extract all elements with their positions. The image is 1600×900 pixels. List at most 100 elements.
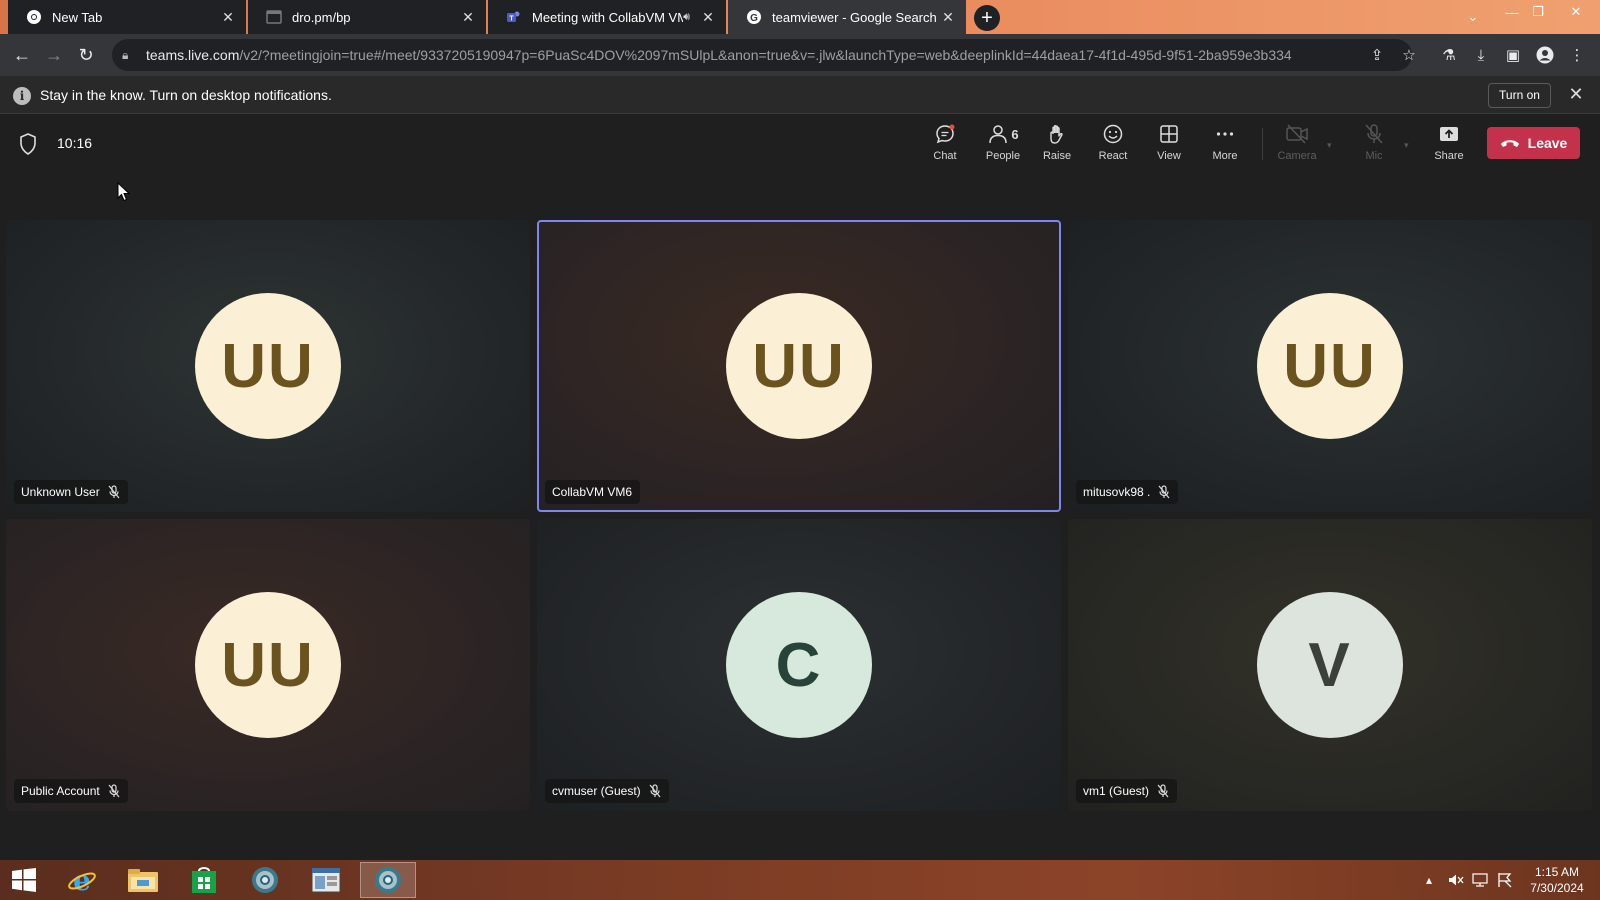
side-panel-icon[interactable]: ▣ bbox=[1501, 43, 1525, 67]
more-label: More bbox=[1212, 150, 1238, 162]
windows-taskbar: e ▴ 1:15 AM 7/30/2024 bbox=[0, 860, 1600, 900]
system-clock[interactable]: 1:15 AM 7/30/2024 bbox=[1522, 864, 1592, 896]
camera-button[interactable]: Camera bbox=[1271, 122, 1323, 166]
extension-flask-icon[interactable]: ⚗ bbox=[1437, 43, 1461, 67]
react-button[interactable]: React bbox=[1087, 122, 1139, 166]
tab-close-icon[interactable]: ✕ bbox=[460, 9, 476, 25]
mic-muted-icon bbox=[1157, 784, 1169, 798]
smiley-icon bbox=[1101, 122, 1125, 146]
restore-button[interactable]: ❐ bbox=[1525, 0, 1551, 24]
more-button[interactable]: More bbox=[1199, 122, 1251, 166]
tray-overflow-icon[interactable]: ▴ bbox=[1426, 860, 1432, 900]
window-icon[interactable] bbox=[298, 862, 354, 898]
minimize-button[interactable]: — bbox=[1499, 0, 1525, 24]
share-tray-icon bbox=[1437, 122, 1461, 146]
view-label: View bbox=[1157, 150, 1181, 162]
grid-view-icon bbox=[1157, 122, 1181, 146]
mic-button[interactable]: Mic bbox=[1348, 122, 1400, 166]
reload-icon[interactable]: ↻ bbox=[74, 43, 98, 67]
action-center-flag-icon[interactable] bbox=[1497, 860, 1513, 900]
participant-nametag: Public Account bbox=[14, 779, 128, 803]
close-notification-icon[interactable]: ✕ bbox=[1566, 84, 1586, 105]
browser-menu-icon[interactable]: ⋮ bbox=[1565, 43, 1589, 67]
chrome-icon[interactable] bbox=[237, 862, 293, 898]
participant-nametag: vm1 (Guest) bbox=[1076, 779, 1178, 803]
participant-tile[interactable]: V vm1 (Guest) bbox=[1068, 519, 1592, 811]
leave-button[interactable]: Leave bbox=[1487, 127, 1580, 159]
turn-on-button[interactable]: Turn on bbox=[1488, 83, 1551, 108]
participant-name: Public Account bbox=[21, 784, 100, 798]
teams-icon: T bbox=[506, 9, 522, 25]
people-button[interactable]: 6 People bbox=[975, 122, 1031, 166]
chat-button[interactable]: Chat bbox=[919, 122, 971, 166]
avatar: UU bbox=[195, 592, 341, 738]
mic-muted-icon bbox=[649, 784, 661, 798]
info-icon: i bbox=[13, 87, 31, 105]
clock-date: 7/30/2024 bbox=[1530, 881, 1584, 895]
tab-meeting[interactable]: T Meeting with CollabVM VM 🔊︎ ✕ bbox=[488, 0, 726, 34]
forward-arrow-icon[interactable]: → bbox=[42, 43, 66, 67]
windows-logo-icon bbox=[12, 868, 36, 892]
volume-muted-icon[interactable] bbox=[1448, 860, 1464, 900]
new-tab-button[interactable]: + bbox=[974, 5, 1000, 31]
clock-time: 1:15 AM bbox=[1534, 865, 1580, 879]
address-bar[interactable]: 🔒︎ teams.live.com/v2/?meetingjoin=true#/… bbox=[112, 39, 1412, 71]
participant-name: cvmuser (Guest) bbox=[552, 784, 641, 798]
avatar: UU bbox=[195, 293, 341, 439]
chrome-icon bbox=[26, 9, 42, 25]
browser-tab-strip: New Tab ✕ dro.pm/bp ✕ T Meeting with Col… bbox=[0, 0, 1600, 34]
svg-text:T: T bbox=[509, 16, 514, 23]
raise-hand-button[interactable]: Raise bbox=[1031, 122, 1083, 166]
start-button[interactable] bbox=[0, 862, 48, 898]
participant-tile[interactable]: UU mitusovk98 . bbox=[1068, 220, 1592, 512]
speaker-icon[interactable]: 🔊︎ bbox=[683, 11, 690, 24]
people-label: People bbox=[985, 150, 1021, 162]
chrome-active-icon[interactable] bbox=[360, 862, 416, 898]
meeting-header: 10:16 Chat 6 People Raise React View Mor… bbox=[0, 114, 1600, 174]
profile-avatar-icon[interactable] bbox=[1533, 43, 1557, 67]
tab-close-icon[interactable]: ✕ bbox=[700, 9, 716, 25]
participant-name: vm1 (Guest) bbox=[1083, 784, 1150, 798]
view-button[interactable]: View bbox=[1143, 122, 1195, 166]
participant-tile[interactable]: UU Public Account bbox=[6, 519, 530, 811]
mic-muted-icon bbox=[1158, 485, 1170, 499]
bookmark-star-icon[interactable]: ☆ bbox=[1397, 43, 1421, 67]
participant-tile[interactable]: UU Unknown User bbox=[6, 220, 530, 512]
toolbar-divider bbox=[1262, 128, 1263, 160]
mic-off-icon bbox=[1362, 122, 1386, 146]
mic-muted-icon bbox=[108, 784, 120, 798]
download-icon[interactable]: ⤓ bbox=[1469, 43, 1493, 67]
participant-tile-active-speaker[interactable]: UU CollabVM VM6 bbox=[537, 220, 1061, 512]
participant-name: CollabVM VM6 bbox=[552, 485, 633, 499]
url-host: teams.live.com bbox=[146, 47, 240, 63]
back-arrow-icon[interactable]: ← bbox=[10, 43, 34, 67]
people-count: 6 bbox=[1011, 126, 1019, 142]
camera-label: Camera bbox=[1277, 150, 1317, 162]
participant-nametag: CollabVM VM6 bbox=[545, 480, 641, 504]
share-page-icon[interactable]: ⇪ bbox=[1365, 43, 1389, 67]
network-icon[interactable] bbox=[1472, 860, 1488, 900]
share-button[interactable]: Share bbox=[1423, 122, 1475, 166]
avatar: UU bbox=[726, 293, 872, 439]
file-explorer-icon[interactable] bbox=[115, 862, 171, 898]
shield-icon[interactable] bbox=[19, 133, 37, 155]
participant-tile[interactable]: C cvmuser (Guest) bbox=[537, 519, 1061, 811]
tab-close-icon[interactable]: ✕ bbox=[940, 9, 956, 25]
tab-new-tab[interactable]: New Tab ✕ bbox=[8, 0, 246, 34]
mic-options-chevron-icon[interactable]: ▾ bbox=[1404, 140, 1409, 151]
browser-toolbar: ← → ↻ 🔒︎ teams.live.com/v2/?meetingjoin=… bbox=[0, 34, 1600, 76]
tab-search-chevron-icon[interactable]: ⌄ bbox=[1460, 5, 1486, 29]
tab-google-search[interactable]: G teamviewer - Google Search ✕ bbox=[728, 0, 966, 34]
tab-label: teamviewer - Google Search bbox=[772, 9, 937, 25]
camera-options-chevron-icon[interactable]: ▾ bbox=[1327, 140, 1332, 151]
tab-dro-pm[interactable]: dro.pm/bp ✕ bbox=[248, 0, 486, 34]
lock-icon[interactable]: 🔒︎ bbox=[122, 48, 136, 63]
store-icon[interactable] bbox=[176, 862, 232, 898]
notification-text: Stay in the know. Turn on desktop notifi… bbox=[40, 87, 332, 103]
tab-close-icon[interactable]: ✕ bbox=[220, 9, 236, 25]
raise-label: Raise bbox=[1042, 150, 1072, 162]
close-window-button[interactable]: ✕ bbox=[1563, 0, 1589, 24]
more-dots-icon bbox=[1213, 122, 1237, 146]
raise-hand-icon bbox=[1045, 122, 1069, 146]
internet-explorer-icon[interactable]: e bbox=[54, 862, 110, 898]
